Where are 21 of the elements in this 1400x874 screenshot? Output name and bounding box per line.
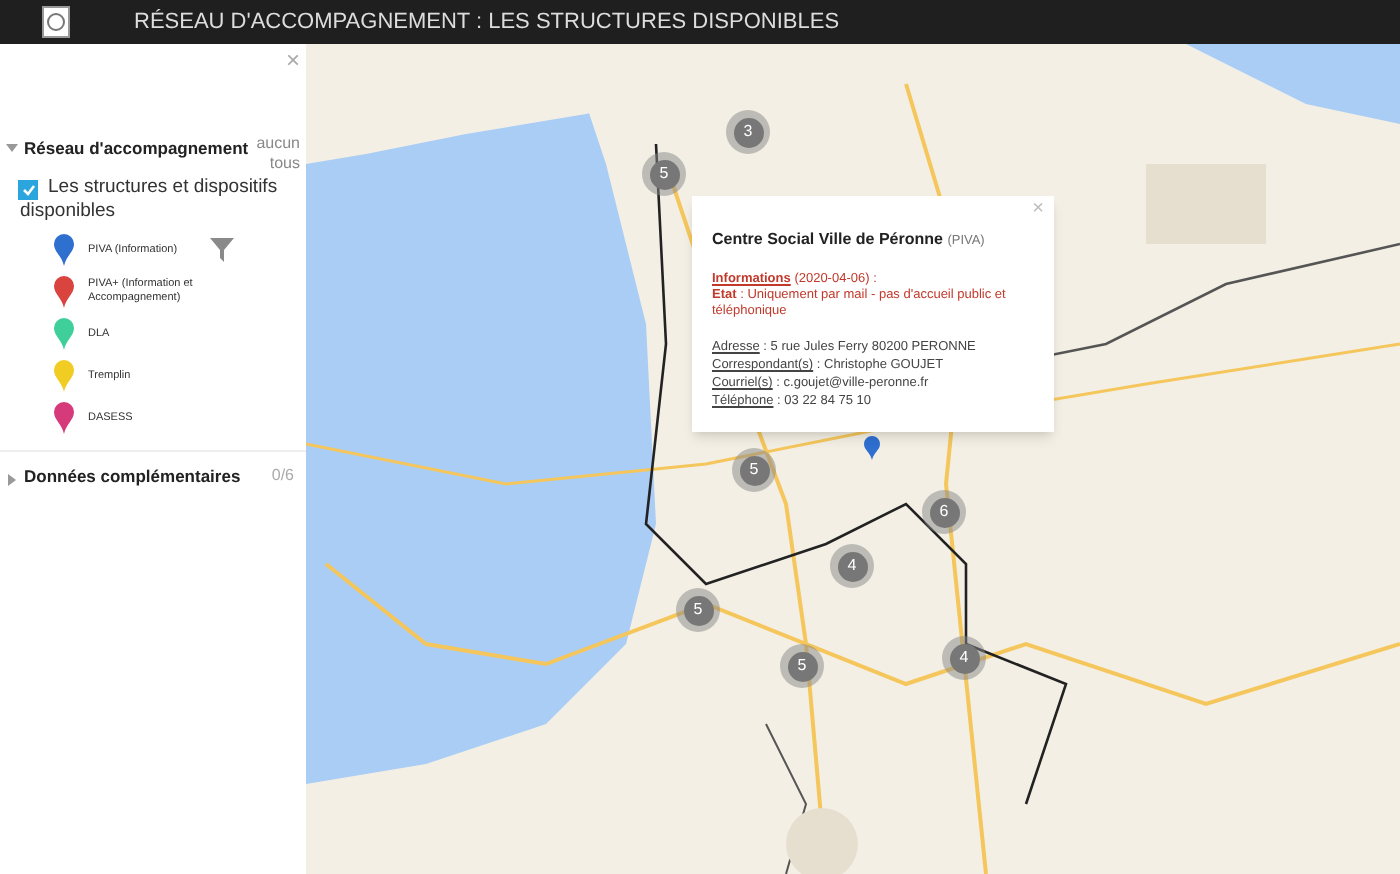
- cluster-marker[interactable]: 6: [922, 490, 966, 534]
- section-title[interactable]: Données complémentaires: [24, 464, 241, 490]
- cluster-marker[interactable]: 5: [642, 152, 686, 196]
- map-pin-icon: [864, 436, 880, 460]
- cluster-marker[interactable]: 4: [830, 544, 874, 588]
- page-title: RÉSEAU D'ACCOMPAGNEMENT : LES STRUCTURES DISPONIBLES: [134, 7, 840, 38]
- layer-checkbox[interactable]: [18, 180, 38, 200]
- toggle-link[interactable]: tous: [269, 154, 300, 174]
- close-button[interactable]: ×: [285, 48, 300, 72]
- cluster-marker[interactable]: 4: [942, 636, 986, 680]
- section-title[interactable]: Réseau d'accompagnement: [24, 136, 249, 162]
- logo-icon[interactable]: [42, 6, 70, 38]
- toggle-link[interactable]: aucun: [256, 134, 300, 154]
- layer-label[interactable]: Les structures et dispositifs disponibles: [20, 176, 302, 224]
- cluster-marker[interactable]: 5: [676, 588, 720, 632]
- filter-icon[interactable]: [210, 238, 234, 262]
- cluster-marker[interactable]: 5: [780, 644, 824, 688]
- cluster-marker[interactable]: 3: [726, 110, 770, 154]
- cluster-marker[interactable]: 5: [732, 448, 776, 492]
- popup-title: Centre Social Ville de Péronne: [712, 230, 943, 248]
- count-label: 0/6: [271, 464, 294, 489]
